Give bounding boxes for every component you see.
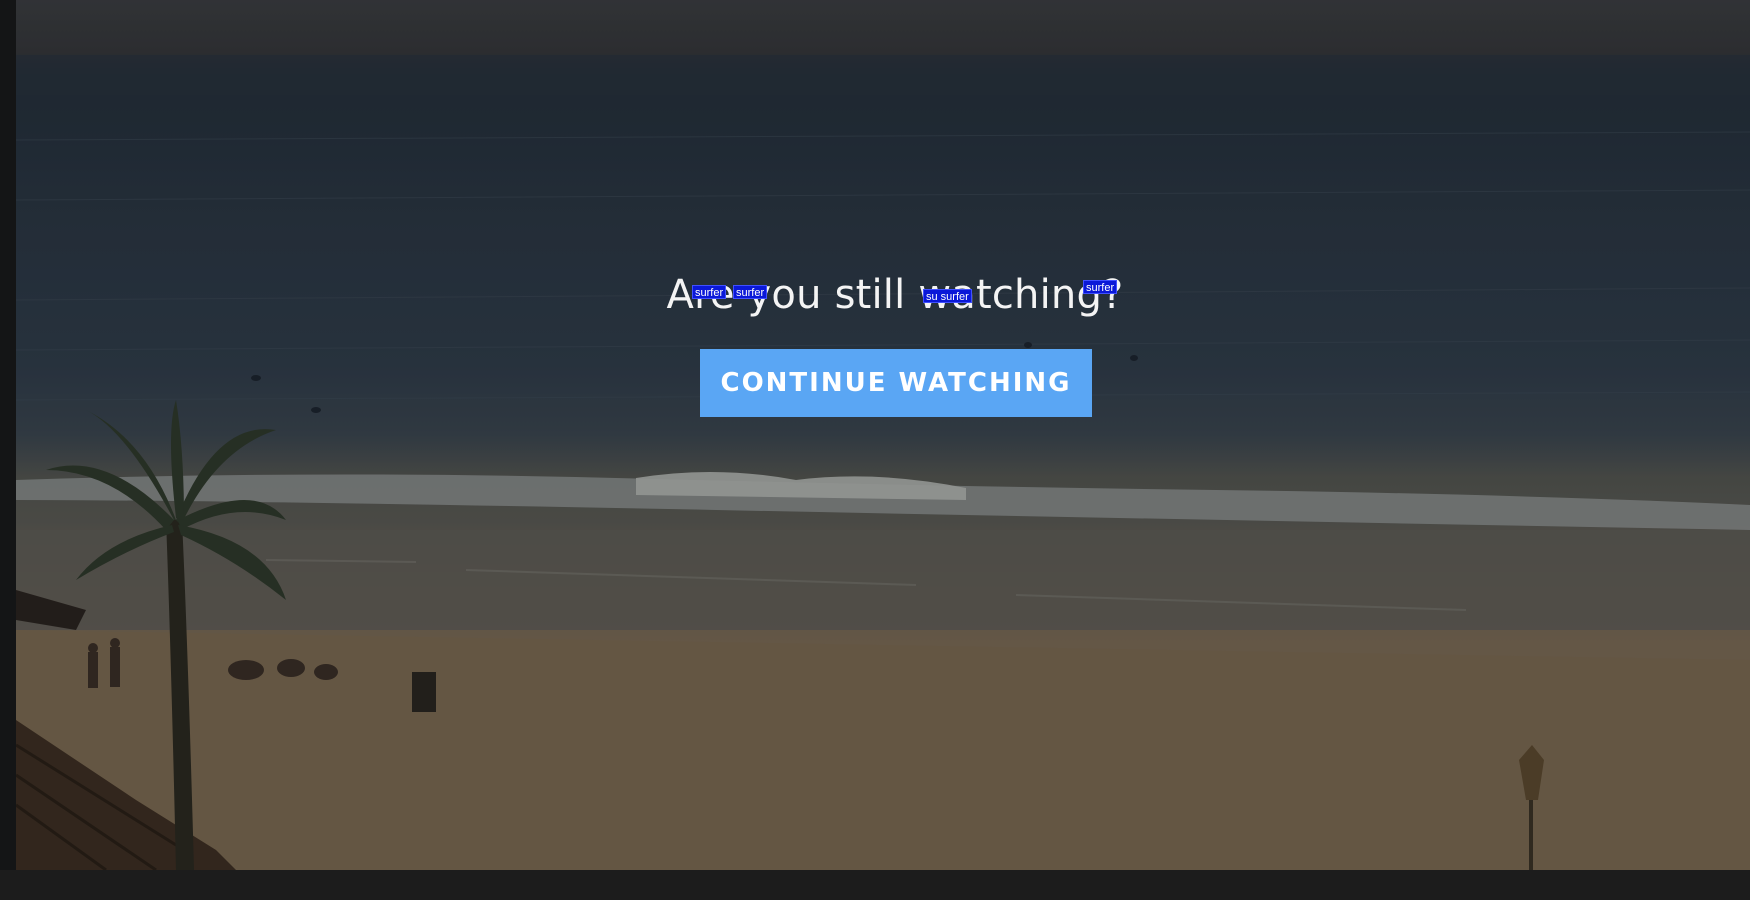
still-watching-title: Are you still watching? xyxy=(666,272,1124,318)
video-dim-overlay xyxy=(16,0,1750,870)
beach-webcam-frame xyxy=(16,0,1750,870)
surfer-detection-label: su surfer xyxy=(923,289,972,303)
continue-watching-button[interactable]: CONTINUE WATCHING xyxy=(700,349,1092,417)
left-edge-strip xyxy=(0,0,16,870)
player-bottom-bar xyxy=(0,870,1750,900)
surfer-detection-label: surfer xyxy=(733,285,768,299)
surfer-detection-label: surfer xyxy=(1083,280,1118,294)
video-player[interactable]: Are you still watching? CONTINUE WATCHIN… xyxy=(0,0,1750,900)
surfer-detection-label: surfer xyxy=(692,285,727,299)
